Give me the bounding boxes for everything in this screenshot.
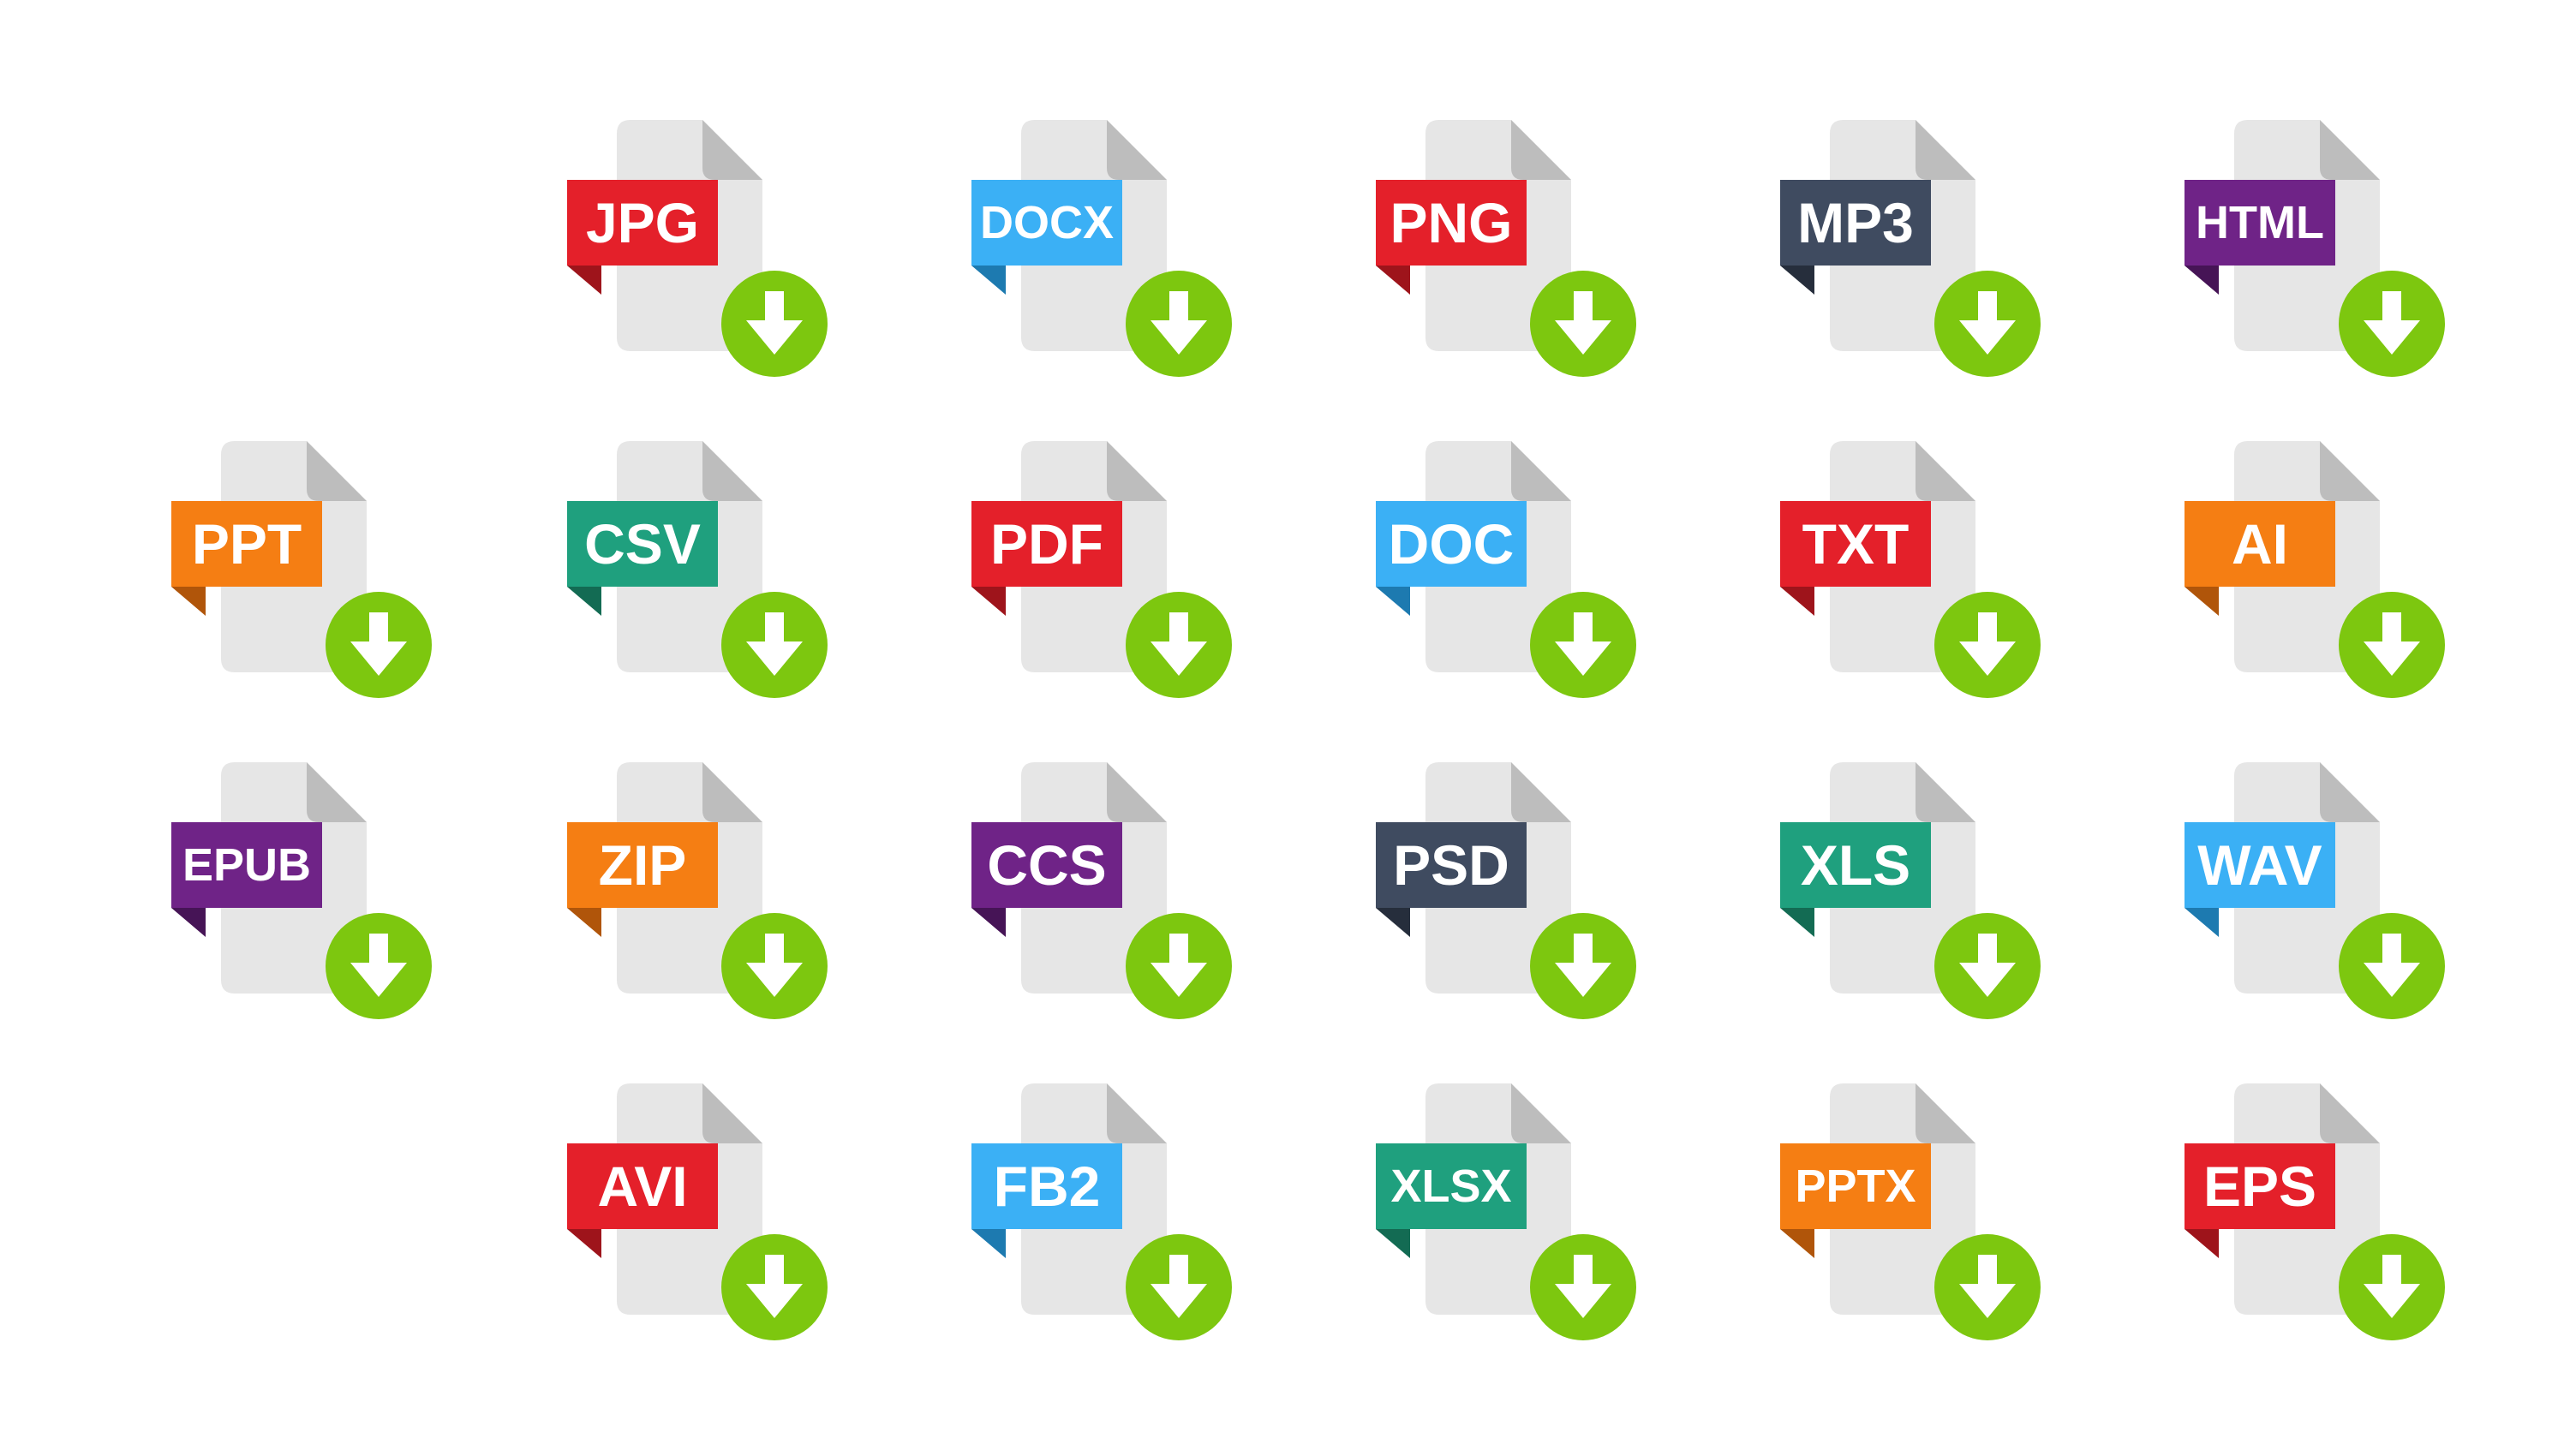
file-icon-pptx[interactable]: PPTX [1780, 1083, 2054, 1340]
file-icon-csv[interactable]: CSV [567, 441, 841, 698]
label-ribbon-fold [2184, 266, 2219, 295]
label-ribbon-fold [971, 587, 1006, 616]
label-ribbon-fold [1376, 1229, 1410, 1258]
label-ribbon-fold [567, 908, 601, 937]
file-type-label: PDF [990, 512, 1103, 576]
label-ribbon-fold [1376, 908, 1410, 937]
file-icon-fb2[interactable]: FB2 [971, 1083, 1246, 1340]
label-ribbon-fold [2184, 1229, 2219, 1258]
page-fold-corner [307, 441, 367, 501]
file-type-label: XLSX [1390, 1161, 1512, 1212]
label-ribbon-fold [1780, 266, 1814, 295]
label-ribbon-fold [971, 1229, 1006, 1258]
page-fold-corner [2320, 441, 2380, 501]
label-ribbon-fold [567, 587, 601, 616]
page-fold-corner [307, 762, 367, 822]
label-ribbon-fold [1780, 587, 1814, 616]
label-ribbon-fold [1376, 587, 1410, 616]
file-type-label: DOCX [979, 197, 1114, 248]
file-icon-zip[interactable]: ZIP [567, 762, 841, 1019]
file-type-label: DOC [1388, 512, 1515, 576]
label-ribbon-fold [1780, 1229, 1814, 1258]
file-icon-eps[interactable]: EPS [2184, 1083, 2459, 1340]
file-icon-wav[interactable]: WAV [2184, 762, 2459, 1019]
label-ribbon-fold [971, 908, 1006, 937]
file-type-label: PNG [1390, 191, 1513, 254]
file-type-label: PPT [191, 512, 302, 576]
page-fold-corner [1916, 441, 1975, 501]
page-fold-corner [2320, 120, 2380, 180]
label-ribbon-fold [1780, 908, 1814, 937]
file-type-label: JPG [585, 191, 700, 254]
page-fold-corner [2320, 1083, 2380, 1143]
page-fold-corner [1916, 1083, 1975, 1143]
file-type-label: EPUB [182, 839, 312, 891]
file-icon-avi[interactable]: AVI [567, 1083, 841, 1340]
file-icon-html[interactable]: HTML [2184, 120, 2459, 377]
file-icon-ccs[interactable]: CCS [971, 762, 1246, 1019]
label-ribbon-fold [171, 908, 206, 937]
page-fold-corner [1107, 120, 1167, 180]
file-icon-txt[interactable]: TXT [1780, 441, 2054, 698]
label-ribbon-fold [567, 1229, 601, 1258]
page-fold-corner [1916, 762, 1975, 822]
page-fold-corner [2320, 762, 2380, 822]
page-fold-corner [702, 441, 762, 501]
page-fold-corner [1511, 120, 1571, 180]
label-ribbon-fold [2184, 587, 2219, 616]
file-type-label: AVI [597, 1155, 688, 1218]
file-type-label: EPS [2202, 1155, 2317, 1218]
file-type-icon-grid: JPG DOCX PNG MP3 HTML PPT CSV PDF DOC TXT AI EPUB ZI… [0, 0, 2570, 1456]
file-type-label: HTML [2196, 197, 2324, 248]
file-icon-docx[interactable]: DOCX [971, 120, 1246, 377]
label-ribbon-fold [2184, 908, 2219, 937]
file-type-label: TXT [1802, 512, 1910, 576]
file-icon-xls[interactable]: XLS [1780, 762, 2054, 1019]
file-type-label: FB2 [993, 1155, 1101, 1218]
page-fold-corner [1511, 1083, 1571, 1143]
file-type-label: ZIP [598, 833, 687, 897]
file-icon-pdf[interactable]: PDF [971, 441, 1246, 698]
page-fold-corner [1107, 1083, 1167, 1143]
label-ribbon-fold [971, 266, 1006, 295]
file-icon-mp3[interactable]: MP3 [1780, 120, 2054, 377]
page-fold-corner [1511, 441, 1571, 501]
file-type-label: AI [2232, 512, 2288, 576]
file-icon-ai[interactable]: AI [2184, 441, 2459, 698]
page-fold-corner [1107, 441, 1167, 501]
file-type-label: CCS [987, 833, 1107, 897]
page-fold-corner [702, 1083, 762, 1143]
file-type-label: XLS [1800, 833, 1911, 897]
label-ribbon-fold [1376, 266, 1410, 295]
file-type-label: CSV [584, 512, 701, 576]
file-icon-doc[interactable]: DOC [1376, 441, 1650, 698]
page-fold-corner [1916, 120, 1975, 180]
label-ribbon-fold [567, 266, 601, 295]
page-fold-corner [1511, 762, 1571, 822]
file-icon-png[interactable]: PNG [1376, 120, 1650, 377]
page-fold-corner [702, 120, 762, 180]
file-type-label: PPTX [1795, 1161, 1916, 1212]
file-icon-xlsx[interactable]: XLSX [1376, 1083, 1650, 1340]
label-ribbon-fold [171, 587, 206, 616]
file-icon-psd[interactable]: PSD [1376, 762, 1650, 1019]
file-icon-jpg[interactable]: JPG [567, 120, 841, 377]
page-fold-corner [702, 762, 762, 822]
file-type-label: MP3 [1797, 191, 1914, 254]
page-fold-corner [1107, 762, 1167, 822]
file-icon-ppt[interactable]: PPT [171, 441, 445, 698]
file-type-label: PSD [1393, 833, 1509, 897]
file-icon-epub[interactable]: EPUB [171, 762, 445, 1019]
file-type-label: WAV [2197, 833, 2322, 897]
